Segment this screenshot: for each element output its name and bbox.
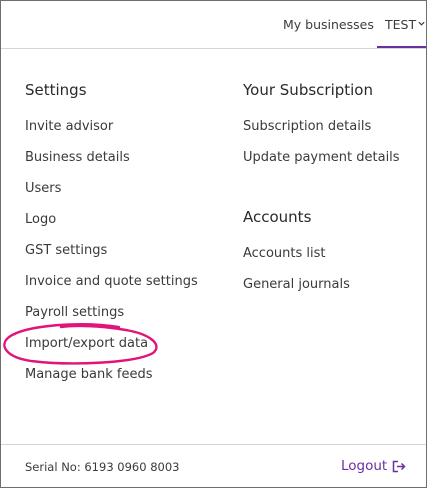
- update-payment-details-link[interactable]: Update payment details: [243, 150, 400, 165]
- subscription-heading: Your Subscription: [243, 81, 373, 99]
- my-businesses-link[interactable]: My businesses: [283, 17, 374, 32]
- payroll-settings-link[interactable]: Payroll settings: [25, 305, 124, 320]
- gst-settings-link[interactable]: GST settings: [25, 243, 107, 258]
- serial-number: Serial No: 6193 0960 8003: [25, 460, 180, 474]
- business-details-link[interactable]: Business details: [25, 150, 130, 165]
- accounts-heading: Accounts: [243, 208, 312, 226]
- chevron-down-icon: [418, 21, 425, 26]
- account-menu-tab[interactable]: TEST: [377, 1, 426, 48]
- manage-bank-feeds-link[interactable]: Manage bank feeds: [25, 367, 153, 382]
- header-divider: [1, 48, 426, 49]
- logout-arrow-icon[interactable]: [392, 460, 406, 473]
- footer-divider: [1, 444, 426, 445]
- logo-link[interactable]: Logo: [25, 212, 56, 227]
- general-journals-link[interactable]: General journals: [243, 277, 350, 292]
- top-navigation-bar: My businesses TEST: [1, 1, 426, 48]
- settings-heading: Settings: [25, 81, 87, 99]
- import-export-data-link[interactable]: Import/export data: [25, 336, 148, 351]
- logout-link[interactable]: Logout: [341, 458, 387, 474]
- accounts-list-link[interactable]: Accounts list: [243, 246, 326, 261]
- users-link[interactable]: Users: [25, 181, 61, 196]
- account-menu-panel: My businesses TEST Settings Invite advis…: [0, 0, 427, 488]
- invite-advisor-link[interactable]: Invite advisor: [25, 119, 113, 134]
- invoice-and-quote-settings-link[interactable]: Invoice and quote settings: [25, 274, 198, 289]
- account-name: TEST: [385, 17, 417, 32]
- subscription-details-link[interactable]: Subscription details: [243, 119, 371, 134]
